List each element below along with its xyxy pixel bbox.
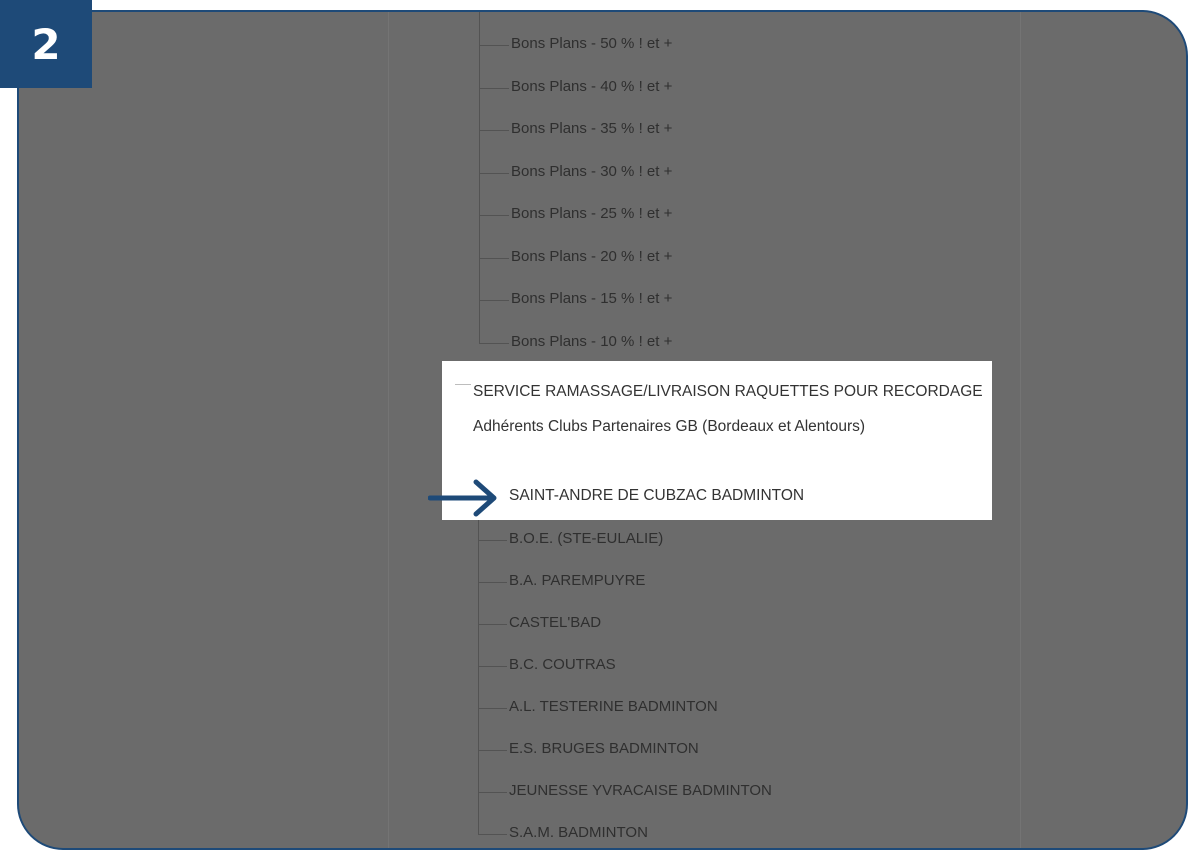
tree-connector — [478, 834, 507, 835]
tree-connector — [479, 130, 509, 131]
tree-connector — [478, 582, 507, 583]
column-divider — [1020, 12, 1021, 848]
tree-connector — [478, 792, 507, 793]
tree-connector — [478, 708, 507, 709]
tree-connector — [478, 666, 507, 667]
tree-item[interactable]: Bons Plans - 30 % ! et + — [511, 163, 672, 180]
tree-connector — [479, 257, 509, 259]
service-menu-item[interactable]: SERVICE RAMASSAGE/LIVRAISON RAQUETTES PO… — [473, 374, 983, 444]
column-divider — [388, 12, 389, 848]
tree-item[interactable]: JEUNESSE YVRACAISE BADMINTON — [509, 782, 772, 799]
highlighted-club-item[interactable]: SAINT-ANDRE DE CUBZAC BADMINTON — [509, 487, 804, 505]
tree-connector — [479, 300, 509, 301]
tree-item[interactable]: S.A.M. BADMINTON — [509, 824, 648, 841]
tree-item[interactable]: Bons Plans - 40 % ! et + — [511, 78, 672, 95]
tree-connector — [478, 520, 479, 834]
arrow-right-icon — [428, 479, 497, 517]
tree-item[interactable]: B.A. PAREMPUYRE — [509, 572, 645, 589]
tree-item[interactable]: Bons Plans - 20 % ! et + — [511, 248, 672, 265]
tree-item[interactable]: B.C. COUTRAS — [509, 656, 616, 673]
tree-connector — [479, 172, 509, 174]
tree-connector — [478, 624, 507, 625]
tree-item[interactable]: Bons Plans - 25 % ! et + — [511, 205, 672, 222]
tree-item[interactable]: E.S. BRUGES BADMINTON — [509, 740, 699, 757]
tree-item[interactable]: A.L. TESTERINE BADMINTON — [509, 698, 718, 715]
tree-item[interactable]: Bons Plans - 10 % ! et + — [511, 333, 672, 350]
tree-item[interactable]: CASTEL'BAD — [509, 614, 601, 631]
tree-item[interactable]: B.O.E. (STE-EULALIE) — [509, 530, 663, 547]
tree-connector — [479, 87, 509, 89]
tree-connector — [479, 215, 509, 216]
tree-item[interactable]: Bons Plans - 15 % ! et + — [511, 290, 672, 307]
tree-connector — [479, 12, 480, 343]
step-badge: 2 — [0, 0, 92, 88]
tree-connector — [479, 342, 509, 344]
tree-connector — [455, 384, 471, 385]
tree-connector — [478, 750, 507, 751]
tree-item[interactable]: Bons Plans - 35 % ! et + — [511, 120, 672, 137]
tree-connector — [479, 45, 509, 46]
tree-item[interactable]: Bons Plans - 50 % ! et + — [511, 35, 672, 52]
tree-connector — [478, 540, 507, 541]
